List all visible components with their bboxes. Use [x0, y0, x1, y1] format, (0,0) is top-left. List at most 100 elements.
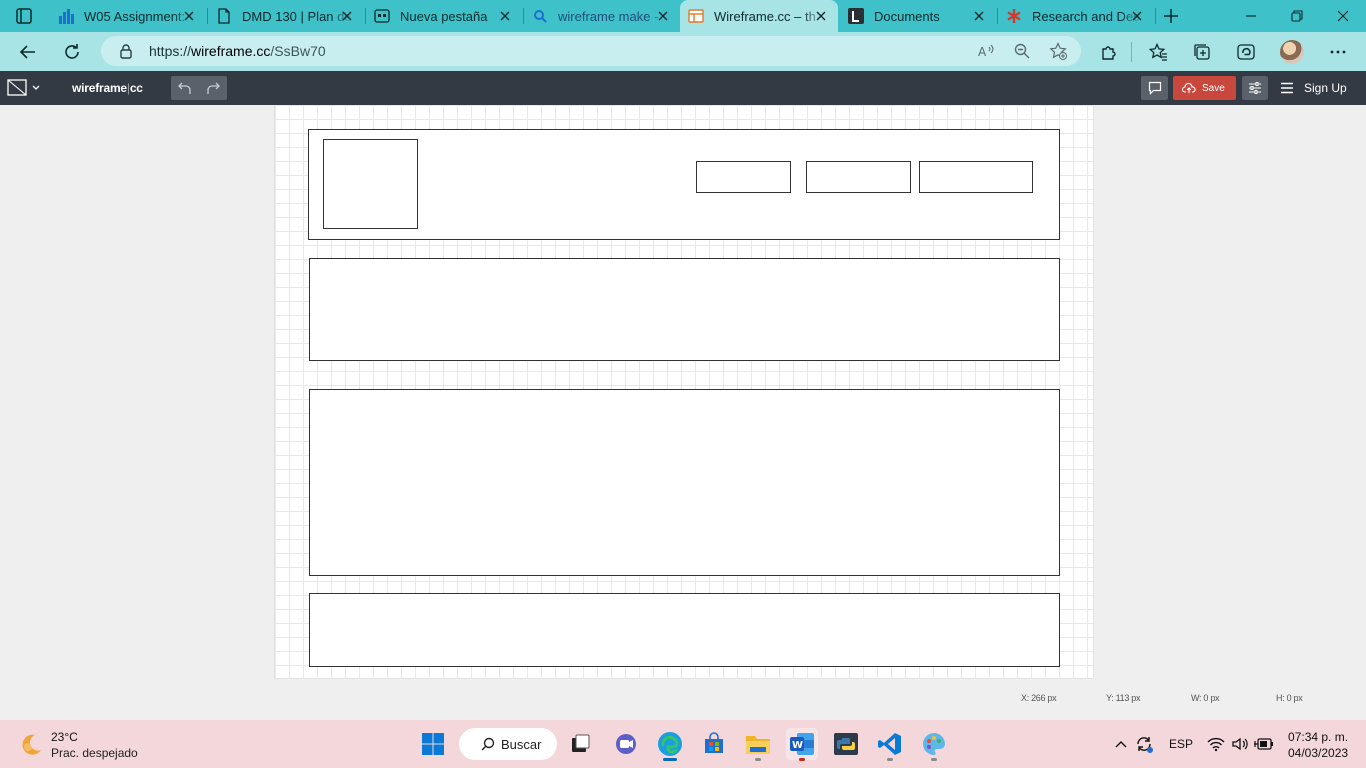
- toolbar-divider: [1131, 42, 1132, 62]
- nav-button-box-3[interactable]: [919, 161, 1033, 193]
- redo-button[interactable]: [199, 76, 227, 100]
- collections-button[interactable]: [1190, 40, 1214, 64]
- file-explorer-app[interactable]: [742, 728, 774, 761]
- url-scheme: https://: [149, 43, 192, 59]
- selection-width-readout: W: 0 px: [1191, 693, 1220, 703]
- logo-placeholder-box[interactable]: [323, 139, 418, 229]
- tab-research-and-design[interactable]: Research and Des: [998, 0, 1154, 32]
- hero-section-box[interactable]: [309, 258, 1060, 361]
- canvas-workspace: X: 266 px Y: 113 px W: 0 px H: 0 px: [0, 105, 1366, 720]
- speaker-icon: [1232, 737, 1248, 751]
- lock-icon: [120, 44, 132, 59]
- running-indicator: [931, 758, 937, 761]
- vscode-app[interactable]: [874, 728, 906, 761]
- brand-suffix: cc: [129, 81, 143, 95]
- sync-icon: [1137, 737, 1153, 753]
- close-icon[interactable]: [498, 9, 512, 23]
- wifi-status[interactable]: [1206, 734, 1226, 754]
- show-hidden-icons-button[interactable]: [1111, 734, 1131, 754]
- tab-wireframe-search[interactable]: wireframe make -: [524, 0, 680, 32]
- word-app[interactable]: W: [786, 728, 818, 761]
- close-window-button[interactable]: [1320, 0, 1366, 32]
- cursor-y-readout: Y: 113 px: [1106, 693, 1141, 703]
- comment-icon: [1148, 81, 1161, 95]
- store-app[interactable]: [698, 728, 730, 760]
- undo-button[interactable]: [171, 76, 199, 100]
- wireframe-canvas[interactable]: [274, 105, 1094, 679]
- new-tab-button[interactable]: [1162, 7, 1180, 25]
- back-arrow-icon: [19, 45, 35, 59]
- teams-chat-app[interactable]: [610, 728, 642, 760]
- store-bag-icon: [705, 732, 723, 753]
- search-label: Buscar: [501, 736, 542, 752]
- read-aloud-icon[interactable]: A: [977, 42, 995, 60]
- refresh-button[interactable]: [60, 40, 84, 64]
- app-toolbar: wireframe|cc Save Sign Up: [0, 71, 1366, 105]
- document-icon: [218, 8, 230, 24]
- running-indicator: [799, 758, 805, 761]
- restore-button[interactable]: [1274, 0, 1320, 32]
- word-icon: W: [790, 733, 814, 755]
- add-favorite-icon[interactable]: [1049, 42, 1067, 60]
- python-app[interactable]: [830, 728, 862, 760]
- tab-documents[interactable]: Documents: [840, 0, 996, 32]
- nav-button-box-1[interactable]: [696, 161, 791, 193]
- comment-button[interactable]: [1141, 76, 1168, 100]
- sign-up-link[interactable]: Sign Up: [1280, 81, 1347, 95]
- edge-app[interactable]: [654, 728, 686, 761]
- app-logo[interactable]: wireframe|cc: [72, 81, 143, 95]
- system-clock[interactable]: 07:34 p. m. 04/03/2023: [1288, 729, 1348, 761]
- close-icon[interactable]: [972, 9, 986, 23]
- undo-redo-group: [171, 76, 227, 100]
- content-section-box[interactable]: [309, 389, 1060, 576]
- back-button[interactable]: [16, 40, 40, 64]
- weather-widget[interactable]: [20, 732, 44, 756]
- hamburger-menu-icon: [1281, 82, 1293, 94]
- close-icon[interactable]: [814, 9, 828, 23]
- tab-w05-assignment[interactable]: W05 Assignment:: [50, 0, 206, 32]
- edge-bar-button[interactable]: [1234, 40, 1258, 64]
- nav-button-box-2[interactable]: [806, 161, 911, 193]
- sync-tray-button[interactable]: [1134, 734, 1154, 754]
- settings-button[interactable]: [1242, 76, 1268, 100]
- browser-navigation-bar: https://wireframe.cc/SsBw70 A: [0, 32, 1366, 71]
- tab-label: Research and Des: [1032, 8, 1140, 24]
- favorites-button[interactable]: [1146, 40, 1170, 64]
- close-icon[interactable]: [340, 9, 354, 23]
- footer-section-box[interactable]: [309, 593, 1060, 667]
- tab-new-tab[interactable]: Nueva pestaña: [366, 0, 522, 32]
- close-icon[interactable]: [1130, 9, 1144, 23]
- extensions-button[interactable]: [1097, 40, 1121, 64]
- volume-status[interactable]: [1230, 734, 1250, 754]
- brand-name: wireframe: [72, 81, 127, 95]
- profile-avatar[interactable]: [1280, 40, 1304, 64]
- close-icon[interactable]: [182, 9, 196, 23]
- folder-icon: [746, 736, 770, 754]
- save-button[interactable]: Save: [1173, 76, 1236, 100]
- task-view-button[interactable]: [564, 728, 596, 760]
- address-bar[interactable]: https://wireframe.cc/SsBw70 A: [101, 36, 1081, 66]
- tab-label: Documents: [874, 8, 940, 24]
- tab-dmd-130[interactable]: DMD 130 | Plan de: [208, 0, 364, 32]
- active-indicator: [663, 758, 677, 761]
- cloud-upload-icon: [1182, 82, 1196, 93]
- paint-app[interactable]: [918, 728, 950, 761]
- battery-status[interactable]: [1254, 734, 1274, 754]
- start-button[interactable]: [417, 728, 449, 760]
- tab-label: Nueva pestaña: [400, 8, 488, 24]
- palette-icon: [923, 733, 945, 755]
- minimize-button[interactable]: [1228, 0, 1274, 32]
- zoom-out-icon[interactable]: [1013, 42, 1031, 60]
- taskbar-search[interactable]: Buscar: [459, 728, 557, 760]
- tab-actions-button[interactable]: [14, 7, 34, 25]
- stencil-selector[interactable]: [7, 79, 43, 97]
- tab-label: W05 Assignment:: [84, 8, 186, 24]
- close-icon[interactable]: [656, 9, 670, 23]
- tab-divider: [1155, 8, 1156, 24]
- chart-bars-icon: [59, 9, 74, 24]
- url-text: https://wireframe.cc/SsBw70: [149, 43, 326, 59]
- browser-menu-button[interactable]: [1326, 40, 1350, 64]
- tab-wireframe-cc[interactable]: Wireframe.cc – th: [680, 0, 838, 32]
- input-language[interactable]: ESP: [1169, 737, 1193, 751]
- selection-height-readout: H: 0 px: [1276, 693, 1303, 703]
